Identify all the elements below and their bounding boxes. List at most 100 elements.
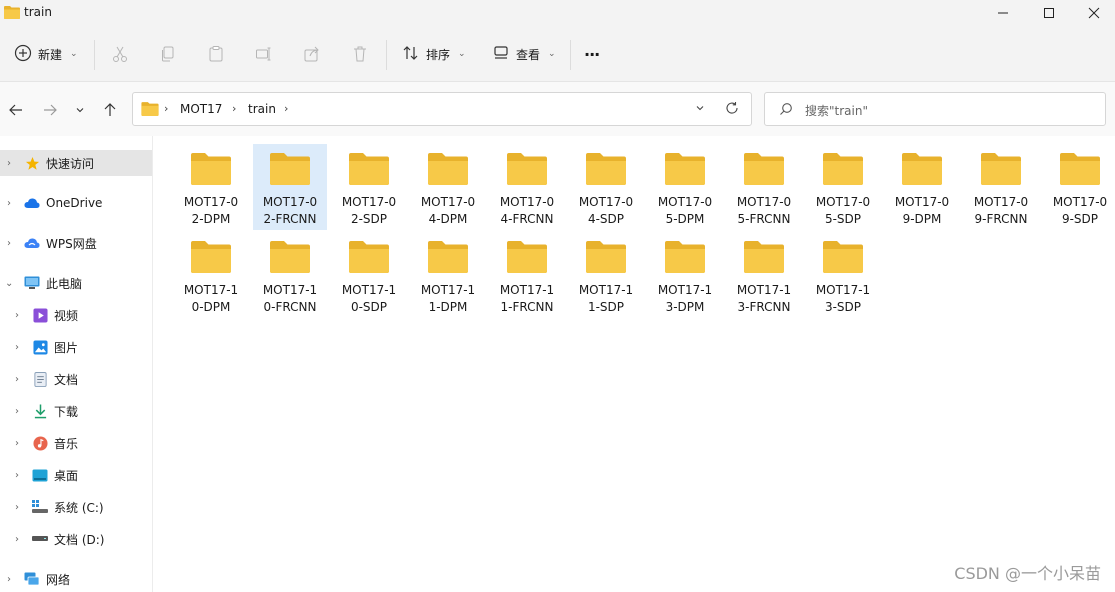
chevron-right-icon[interactable]: › xyxy=(284,102,288,115)
folder-item[interactable]: MOT17-1 0-SDP xyxy=(332,232,406,318)
sidebar-item-videos[interactable]: › 视频 xyxy=(0,302,152,328)
more-options-button[interactable]: ··· xyxy=(584,40,600,68)
search-box[interactable]: 搜索"train" xyxy=(764,92,1106,126)
folder-item[interactable]: MOT17-1 3-DPM xyxy=(648,232,722,318)
view-button[interactable]: 查看 ⌄ xyxy=(492,40,556,68)
chevron-right-icon[interactable]: › xyxy=(15,310,19,321)
folder-name-line: MOT17-0 xyxy=(262,195,318,209)
chevron-right-icon[interactable]: › xyxy=(15,438,19,449)
back-button[interactable] xyxy=(4,98,28,122)
sort-button[interactable]: 排序 ⌄ xyxy=(402,40,466,68)
sidebar-item-drive-d[interactable]: › 文档 (D:) xyxy=(0,526,152,552)
copy-icon[interactable] xyxy=(156,42,180,66)
chevron-right-icon[interactable]: › xyxy=(15,502,19,513)
folder-name: MOT17-0 5-FRCNN xyxy=(727,194,801,228)
folder-name-line: MOT17-1 xyxy=(183,283,239,297)
folder-name-line: MOT17-0 xyxy=(341,195,397,209)
refresh-icon[interactable] xyxy=(725,101,739,118)
folder-item[interactable]: MOT17-1 0-FRCNN xyxy=(253,232,327,318)
chevron-right-icon[interactable]: › xyxy=(164,102,168,115)
folder-item[interactable]: MOT17-0 9-DPM xyxy=(885,144,959,230)
folder-item[interactable]: MOT17-1 1-DPM xyxy=(411,232,485,318)
folder-icon xyxy=(4,5,20,22)
address-row: › MOT17 › train › 搜索"train" xyxy=(0,82,1115,136)
chevron-right-icon[interactable]: › xyxy=(15,342,19,353)
folder-name: MOT17-0 9-FRCNN xyxy=(964,194,1038,228)
minimize-button[interactable] xyxy=(980,0,1026,26)
sidebar-item-desktop[interactable]: › 桌面 xyxy=(0,462,152,488)
drive-d-icon xyxy=(32,531,48,547)
folder-icon xyxy=(664,152,706,189)
chevron-right-icon[interactable]: › xyxy=(15,374,19,385)
folder-item[interactable]: MOT17-0 4-SDP xyxy=(569,144,643,230)
chevron-down-icon: ⌄ xyxy=(548,49,556,59)
toolbar-divider xyxy=(94,40,95,70)
chevron-right-icon[interactable]: › xyxy=(15,470,19,481)
chevron-right-icon[interactable]: › xyxy=(7,238,11,249)
folder-item[interactable]: MOT17-0 4-DPM xyxy=(411,144,485,230)
chevron-right-icon[interactable]: › xyxy=(7,574,11,585)
chevron-right-icon[interactable]: › xyxy=(15,534,19,545)
sidebar-item-drive-c[interactable]: › 系统 (C:) xyxy=(0,494,152,520)
folder-item[interactable]: MOT17-0 4-FRCNN xyxy=(490,144,564,230)
breadcrumb-mot17[interactable]: MOT17 xyxy=(180,102,222,116)
chevron-right-icon[interactable]: › xyxy=(232,102,236,115)
folder-item[interactable]: MOT17-0 5-DPM xyxy=(648,144,722,230)
address-dropdown-icon[interactable] xyxy=(695,102,705,116)
sidebar-item-documents[interactable]: › 文档 xyxy=(0,366,152,392)
recent-locations-button[interactable] xyxy=(70,98,90,122)
folder-item[interactable]: MOT17-0 5-SDP xyxy=(806,144,880,230)
folder-item[interactable]: MOT17-0 9-FRCNN xyxy=(964,144,1038,230)
folder-item[interactable]: MOT17-1 3-SDP xyxy=(806,232,880,318)
folder-name-line: MOT17-0 xyxy=(815,195,871,209)
toolbar-divider xyxy=(570,40,571,70)
sidebar-item-pictures[interactable]: › 图片 xyxy=(0,334,152,360)
folder-item[interactable]: MOT17-1 0-DPM xyxy=(174,232,248,318)
maximize-button[interactable] xyxy=(1026,0,1072,26)
folder-name-line: 0-FRCNN xyxy=(263,300,317,314)
sidebar-item-music[interactable]: › 音乐 xyxy=(0,430,152,456)
sidebar-item-label: OneDrive xyxy=(46,196,103,210)
folder-name-line: 4-FRCNN xyxy=(500,212,554,226)
folder-name-line: 2-FRCNN xyxy=(263,212,317,226)
download-icon xyxy=(32,403,48,419)
folder-item[interactable]: MOT17-1 3-FRCNN xyxy=(727,232,801,318)
folder-item[interactable]: MOT17-1 1-FRCNN xyxy=(490,232,564,318)
view-icon xyxy=(492,44,510,65)
folder-item[interactable]: MOT17-0 2-FRCNN xyxy=(253,144,327,230)
folder-item[interactable]: MOT17-0 9-SDP xyxy=(1043,144,1115,230)
new-button[interactable]: 新建 ⌄ xyxy=(14,40,78,68)
folder-name: MOT17-1 3-FRCNN xyxy=(727,282,801,316)
up-button[interactable] xyxy=(98,98,122,122)
share-icon[interactable] xyxy=(300,42,324,66)
forward-button[interactable] xyxy=(38,98,62,122)
sidebar-item-onedrive[interactable]: › OneDrive xyxy=(0,190,152,216)
folder-item[interactable]: MOT17-0 2-DPM xyxy=(174,144,248,230)
folder-icon xyxy=(1059,152,1101,189)
chevron-right-icon[interactable]: › xyxy=(15,406,19,417)
chevron-right-icon[interactable]: › xyxy=(7,198,11,209)
folder-name-line: MOT17-1 xyxy=(657,283,713,297)
cut-icon[interactable] xyxy=(108,42,132,66)
sidebar-item-this-pc[interactable]: ⌄ 此电脑 xyxy=(0,270,152,296)
sidebar-item-wps-cloud[interactable]: › WPS网盘 xyxy=(0,230,152,256)
paste-icon[interactable] xyxy=(204,42,228,66)
address-bar[interactable]: › MOT17 › train › xyxy=(132,92,752,126)
window-title: train xyxy=(24,5,52,19)
folder-item[interactable]: MOT17-0 2-SDP xyxy=(332,144,406,230)
folder-name-line: 1-FRCNN xyxy=(500,300,554,314)
folder-name-line: MOT17-0 xyxy=(420,195,476,209)
rename-icon[interactable] xyxy=(252,42,276,66)
chevron-down-icon[interactable]: ⌄ xyxy=(5,278,13,289)
breadcrumb-train[interactable]: train xyxy=(248,102,276,116)
folder-name: MOT17-0 5-SDP xyxy=(806,194,880,228)
delete-icon[interactable] xyxy=(348,42,372,66)
close-button[interactable] xyxy=(1071,0,1115,26)
sidebar-item-network[interactable]: › 网络 xyxy=(0,566,152,592)
folder-name-line: MOT17-1 xyxy=(420,283,476,297)
sidebar-item-downloads[interactable]: › 下载 xyxy=(0,398,152,424)
chevron-right-icon[interactable]: › xyxy=(7,158,11,169)
sidebar-item-quick-access[interactable]: › 快速访问 xyxy=(0,150,152,176)
folder-item[interactable]: MOT17-1 1-SDP xyxy=(569,232,643,318)
folder-item[interactable]: MOT17-0 5-FRCNN xyxy=(727,144,801,230)
